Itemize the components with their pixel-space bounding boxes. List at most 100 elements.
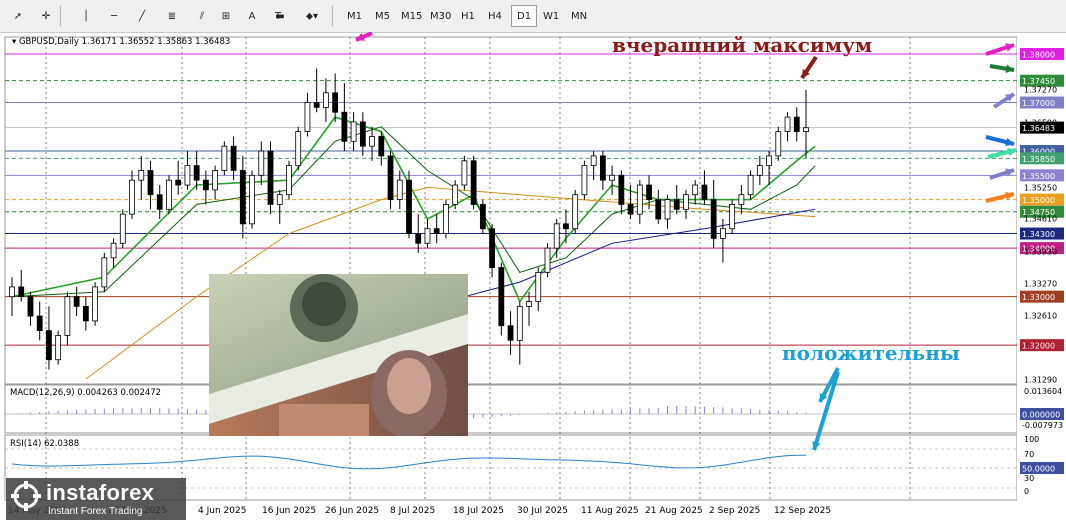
y-tick-label: 1.37270 — [1024, 85, 1057, 94]
rsi-tick: 70 — [1024, 450, 1034, 459]
timeframe-mn[interactable]: MN — [566, 5, 592, 27]
candle-body — [258, 150, 265, 176]
candle-body — [655, 199, 662, 220]
x-tick-label: 16 Jun 2025 — [262, 506, 316, 516]
x-tick-label: 30 Jul 2025 — [517, 506, 568, 516]
candle-body — [738, 194, 745, 205]
rectangle-icon[interactable]: ▬ — [268, 5, 292, 27]
timeframe-h4[interactable]: H4 — [483, 5, 507, 27]
candle-body — [267, 150, 274, 205]
price-chart: 14 May 202523 May 20254 Jun 202516 Jun 2… — [4, 32, 1066, 516]
candle-body — [46, 330, 52, 361]
candle-body — [350, 121, 357, 142]
timeframe-w1[interactable]: W1 — [538, 5, 564, 27]
candle-body — [193, 165, 200, 181]
candle-body — [119, 213, 126, 244]
candle-body — [692, 184, 699, 196]
text-tool-a[interactable]: A — [240, 5, 264, 27]
banknotes-photo — [209, 274, 468, 436]
timeframe-h1[interactable]: H1 — [456, 5, 480, 27]
x-tick-label: 4 Jun 2025 — [198, 506, 246, 516]
level-label: 1.38000 — [1022, 50, 1055, 59]
candle-body — [563, 223, 569, 230]
x-tick-label: 11 Aug 2025 — [581, 506, 639, 516]
candle-body — [341, 111, 348, 142]
candle-body — [156, 194, 163, 210]
vertical-line-icon[interactable]: │ — [74, 5, 98, 27]
level-label: 1.34300 — [1022, 230, 1055, 239]
x-tick-label: 12 Sep 2025 — [774, 506, 831, 516]
timeframe-m5[interactable]: M5 — [370, 5, 395, 27]
candle-body — [516, 305, 523, 341]
candle-body — [249, 174, 255, 225]
x-tick-label: 18 Jul 2025 — [453, 506, 504, 516]
candle-body — [73, 296, 80, 307]
candle-body — [110, 242, 117, 259]
candle-body — [387, 155, 394, 200]
cursor-icon[interactable]: ➚ — [6, 5, 30, 27]
level-label: 1.35000 — [1022, 196, 1055, 205]
candle-body — [36, 315, 43, 332]
crosshair-icon[interactable]: ✛ — [34, 5, 58, 27]
candle-body — [461, 160, 468, 186]
candle-body — [27, 296, 34, 317]
logo-tagline: Instant Forex Trading — [48, 506, 143, 517]
candle-body — [729, 204, 736, 230]
candle-body — [664, 199, 671, 220]
candle-body — [323, 92, 329, 108]
candle-body — [618, 174, 625, 205]
candle-body — [166, 179, 172, 210]
macd-tick: 0.013604 — [1024, 387, 1062, 396]
rsi-tick: 50.0000 — [1022, 465, 1055, 474]
timeframe-m1[interactable]: M1 — [342, 5, 367, 27]
y-tick-label: 1.31290 — [1024, 376, 1057, 385]
fibonacci-icon[interactable]: ≣ — [160, 5, 184, 27]
candle-body — [286, 165, 292, 196]
toolbar-separator — [332, 6, 333, 26]
candle-body — [82, 305, 89, 322]
annotation-positive: положительны — [782, 341, 960, 365]
candle-body — [701, 184, 708, 200]
candle-body — [443, 204, 449, 234]
candle-body — [378, 136, 385, 157]
candle-body — [147, 170, 154, 196]
y-tick-label: 1.33270 — [1024, 280, 1057, 289]
timeframe-m30[interactable]: M30 — [425, 5, 456, 27]
trend-line-icon[interactable]: ╱ — [130, 5, 154, 27]
x-tick-label: 8 Jul 2025 — [390, 506, 435, 516]
candle-body — [101, 257, 108, 288]
timeframe-d1[interactable]: D1 — [511, 5, 538, 27]
candle-body — [276, 194, 283, 205]
rsi-label: RSI(14) 62.0388 — [10, 439, 79, 449]
horizontal-line-icon[interactable]: ─ — [102, 5, 126, 27]
candle-body — [627, 204, 634, 215]
candle-body — [683, 194, 689, 210]
candle-body — [507, 325, 514, 341]
candle-body — [756, 165, 763, 176]
channel-icon[interactable]: ⫽ — [190, 5, 214, 27]
candle-body — [766, 155, 772, 167]
x-tick-label: 21 Aug 2025 — [645, 506, 703, 516]
shapes-dropdown-icon[interactable]: ⬥▾ — [300, 5, 324, 27]
rsi-tick: 100 — [1024, 435, 1039, 444]
candle-body — [212, 170, 219, 191]
gann-icon[interactable]: ⊞ — [214, 5, 238, 27]
candle-body — [9, 286, 15, 298]
y-tick-label: 1.35250 — [1024, 183, 1057, 192]
candle-body — [55, 335, 62, 361]
logo-brand: instaforex — [46, 480, 155, 505]
candle-body — [535, 271, 542, 302]
instaforex-logo: instaforex Instant Forex Trading — [6, 478, 186, 520]
candle-body — [313, 102, 320, 108]
rsi-tick: 0 — [1024, 487, 1029, 496]
candle-body — [526, 301, 532, 307]
rsi-tick: 30 — [1024, 474, 1034, 483]
candle-body — [64, 296, 71, 336]
candle-body — [803, 127, 809, 133]
candle-body — [720, 228, 726, 239]
annotation-yesterday-high: вчерашний максимум — [612, 33, 872, 57]
candle-body — [470, 160, 477, 205]
y-tick-label: 1.32610 — [1024, 312, 1057, 321]
candle-body — [239, 170, 246, 225]
timeframe-m15[interactable]: M15 — [396, 5, 427, 27]
